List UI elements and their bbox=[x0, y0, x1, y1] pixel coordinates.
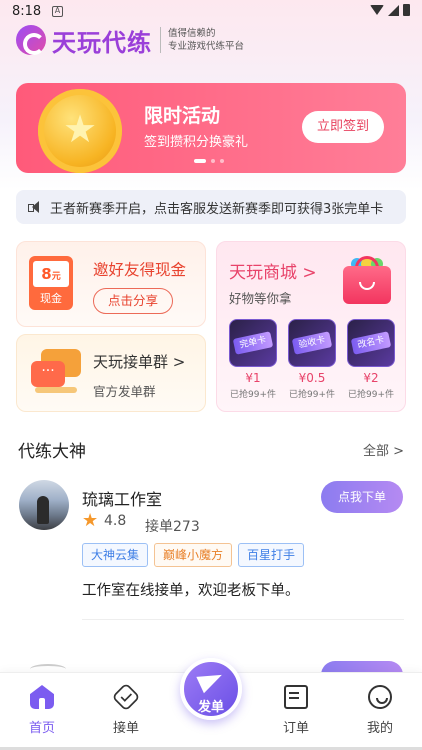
divider bbox=[82, 619, 404, 620]
product-item[interactable]: 改名卡 ¥2 已抢99+件 bbox=[346, 319, 396, 400]
signal-icon bbox=[388, 4, 399, 16]
coin-icon: ★ bbox=[38, 89, 122, 173]
place-order-button[interactable]: 点我下单 bbox=[321, 481, 403, 513]
studio-description: 工作室在线接单，欢迎老板下单。 bbox=[82, 583, 300, 599]
shop-subtitle: 好物等你拿 bbox=[229, 291, 292, 306]
logo-icon bbox=[16, 25, 46, 55]
product-item[interactable]: 完单卡 ¥1 已抢99+件 bbox=[228, 319, 278, 400]
order-group-card[interactable]: ··· 天玩接单群 > 官方发单群 bbox=[16, 334, 206, 412]
promo-banner[interactable]: ★ 限时活动 签到攒积分换豪礼 立即签到 bbox=[16, 83, 406, 173]
tag: 百星打手 bbox=[238, 543, 305, 567]
sign-in-button[interactable]: 立即签到 bbox=[302, 111, 384, 143]
tab-orders[interactable]: 订单 bbox=[266, 685, 326, 736]
cash-label: 现金 bbox=[40, 292, 62, 305]
tab-home[interactable]: 首页 bbox=[12, 685, 72, 736]
post-order-label: 发单 bbox=[197, 700, 224, 715]
studio-rating: 4.8 bbox=[104, 513, 127, 529]
paper-plane-icon bbox=[196, 666, 226, 694]
notification-icon: A bbox=[52, 6, 63, 17]
cash-voucher-icon: 8元 现金 bbox=[29, 256, 73, 310]
tab-home-label: 首页 bbox=[28, 721, 55, 736]
tab-orders-label: 订单 bbox=[282, 721, 309, 736]
studio-tags: 大神云集 巅峰小魔方 百星打手 bbox=[82, 543, 305, 567]
brand-name: 天玩代练 bbox=[52, 28, 152, 57]
section-title: 代练大神 bbox=[18, 442, 86, 462]
studio-name[interactable]: 琉璃工作室 bbox=[82, 486, 162, 510]
invite-card[interactable]: 8元 现金 邀好友得现金 点击分享 bbox=[16, 241, 206, 327]
view-all-link[interactable]: 全部 > bbox=[363, 440, 404, 459]
status-time: 8:18 bbox=[12, 4, 42, 19]
product-sold: 已抢99+件 bbox=[348, 390, 394, 400]
product-item[interactable]: 验收卡 ¥0.5 已抢99+件 bbox=[287, 319, 337, 400]
cash-amount: 8 bbox=[41, 265, 52, 283]
product-price: ¥0.5 bbox=[298, 371, 326, 385]
shop-title[interactable]: 天玩商城 > bbox=[229, 258, 317, 283]
app-header: 天玩代练 值得信赖的 专业游戏代练平台 bbox=[16, 22, 244, 58]
tab-me-label: 我的 bbox=[366, 721, 393, 736]
slogan-line-1: 值得信赖的 bbox=[168, 28, 216, 39]
star-icon: ★ bbox=[82, 510, 99, 531]
smiley-icon bbox=[368, 685, 392, 709]
carousel-dots bbox=[194, 159, 224, 163]
shop-card[interactable]: 天玩商城 > 好物等你拿 完单卡 ¥1 已抢99+件 验收卡 ¥0.5 已抢99… bbox=[216, 241, 406, 412]
banner-subtitle: 签到攒积分换豪礼 bbox=[144, 135, 249, 150]
card-voucher-icon: 验收卡 bbox=[288, 319, 336, 367]
system-icons bbox=[370, 4, 410, 16]
slogan: 值得信赖的 专业游戏代练平台 bbox=[160, 27, 244, 53]
tab-take-order[interactable]: 接单 bbox=[96, 682, 156, 736]
avatar[interactable] bbox=[19, 480, 69, 530]
tag: 大神云集 bbox=[82, 543, 149, 567]
card-voucher-icon: 完单卡 bbox=[229, 319, 277, 367]
order-list-icon bbox=[284, 685, 308, 709]
group-title: 天玩接单群 > bbox=[93, 353, 186, 371]
announcement-bar[interactable]: 王者新赛季开启，点击客服发送新赛季即可获得3张完单卡 bbox=[16, 190, 406, 224]
cash-unit: 元 bbox=[51, 272, 61, 282]
slogan-line-2: 专业游戏代练平台 bbox=[168, 41, 245, 52]
post-order-button[interactable]: 发单 bbox=[180, 658, 242, 720]
battery-icon bbox=[403, 4, 410, 16]
tab-me[interactable]: 我的 bbox=[350, 685, 410, 736]
shopping-bag-icon bbox=[343, 254, 391, 304]
product-sold: 已抢99+件 bbox=[230, 390, 276, 400]
product-sold: 已抢99+件 bbox=[289, 390, 335, 400]
group-subtitle: 官方发单群 bbox=[93, 384, 156, 399]
product-price: ¥2 bbox=[363, 371, 379, 385]
card-voucher-icon: 改名卡 bbox=[347, 319, 395, 367]
home-icon bbox=[30, 685, 54, 709]
tag: 巅峰小魔方 bbox=[154, 543, 233, 567]
share-button[interactable]: 点击分享 bbox=[93, 288, 173, 314]
wifi-icon bbox=[370, 5, 384, 15]
studio-order-count: 接单273 bbox=[145, 519, 200, 535]
check-diamond-icon bbox=[111, 682, 141, 712]
banner-title: 限时活动 bbox=[144, 105, 221, 127]
announcement-text: 王者新赛季开启，点击客服发送新赛季即可获得3张完单卡 bbox=[50, 201, 384, 217]
chat-bubble-icon: ··· bbox=[31, 349, 81, 393]
invite-title: 邀好友得现金 bbox=[93, 261, 187, 279]
speaker-icon bbox=[28, 200, 42, 214]
product-price: ¥1 bbox=[245, 371, 261, 385]
status-bar: 8:18 A bbox=[0, 0, 422, 24]
tab-take-order-label: 接单 bbox=[112, 721, 139, 736]
